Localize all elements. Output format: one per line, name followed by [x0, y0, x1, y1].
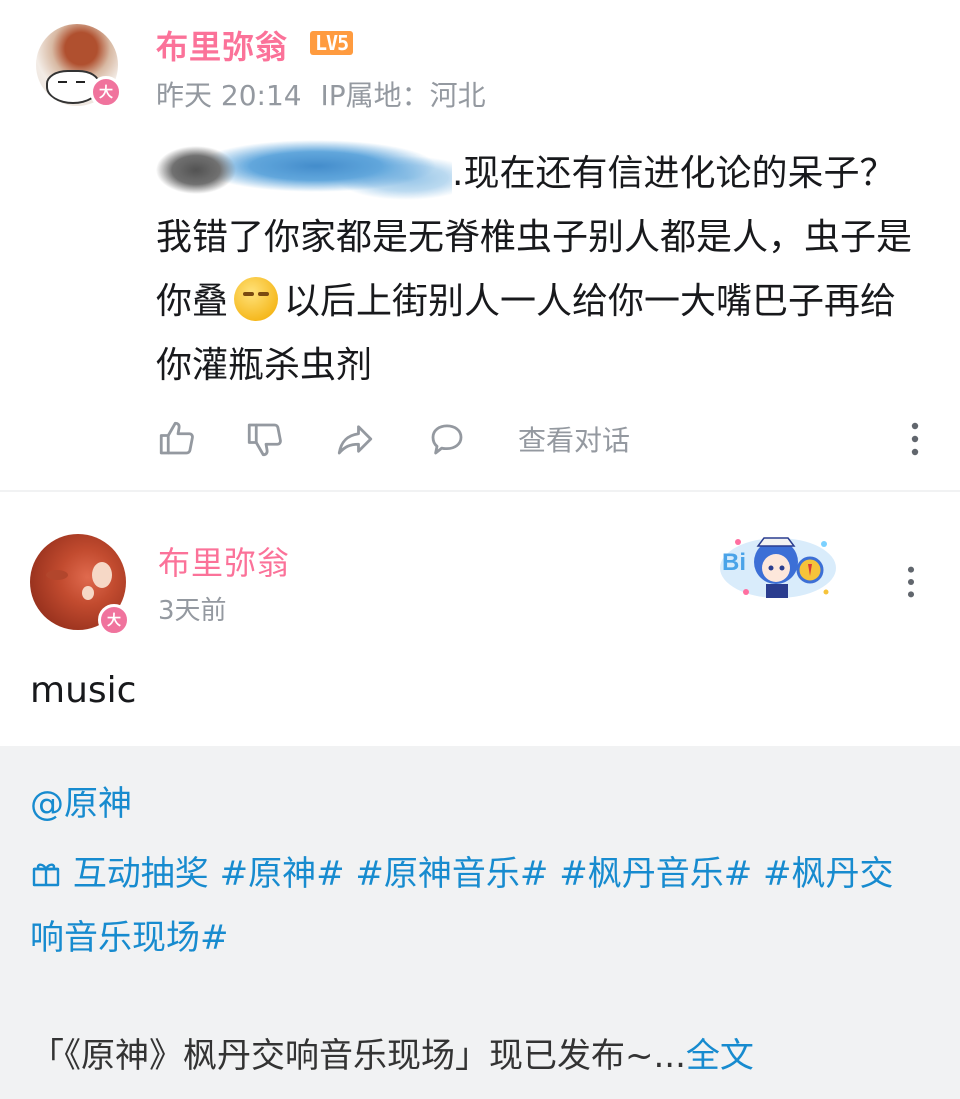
more-options-button[interactable]	[894, 414, 936, 464]
description-text: 「《原神》枫丹交响音乐现场」现已发布~...	[30, 1036, 686, 1076]
share-icon	[337, 425, 373, 455]
dislike-button[interactable]	[244, 414, 286, 464]
comment-time: 昨天 20:14	[156, 79, 302, 112]
like-button[interactable]	[156, 414, 198, 464]
hashtag-link[interactable]: #原神#	[220, 854, 345, 894]
post-text: music	[30, 670, 137, 711]
comment-bubble-icon	[431, 424, 463, 455]
svg-text:Bi: Bi	[722, 549, 746, 576]
forward-description: 「《原神》枫丹交响音乐现场」现已发布~...全文	[30, 1028, 754, 1077]
comment-meta: 昨天 20:14 IP属地：河北	[156, 74, 496, 114]
anime-sticker-icon: Bi	[720, 537, 836, 598]
more-vertical-icon	[907, 566, 915, 598]
more-vertical-icon	[911, 422, 919, 456]
username[interactable]: 布里弥翁	[158, 538, 290, 584]
divider	[0, 490, 960, 492]
more-options-button[interactable]	[896, 562, 926, 602]
reply-button[interactable]	[426, 414, 468, 464]
full-text-link[interactable]: 全文	[686, 1036, 754, 1076]
avatar-badge: 大	[90, 76, 122, 108]
lottery-link[interactable]: 互动抽奖	[73, 854, 209, 894]
emoji-icon	[234, 277, 279, 321]
forwarded-card[interactable]: @原神 互动抽奖 #原神# #原神音乐# #枫丹音乐# #枫丹交响音乐现场# 「…	[0, 746, 960, 1099]
username[interactable]: 布里弥翁	[156, 22, 288, 68]
ip-location: IP属地：河北	[320, 79, 486, 112]
thumbs-down-icon	[247, 423, 282, 457]
comment-text-line1: .现在还有信进化论的呆	[452, 153, 824, 194]
comment-card: 大 布里弥翁 LV5 昨天 20:14 IP属地：河北 .现在还有信进化论的呆子…	[0, 0, 960, 490]
hashtag-line: 互动抽奖 #原神# #原神音乐# #枫丹音乐# #枫丹交响音乐现场#	[30, 842, 910, 970]
comment-text: .现在还有信进化论的呆子？我错了你家都是无脊椎虫子别人都是人，虫子是你叠 以后上街…	[156, 140, 916, 398]
share-button[interactable]	[334, 414, 376, 464]
comment-actions: 查看对话	[156, 414, 926, 464]
view-conversation-link[interactable]: 查看对话	[518, 414, 630, 464]
thumbs-up-icon	[159, 421, 194, 455]
mention-link[interactable]: @原神	[30, 776, 132, 825]
redaction-scribble	[156, 140, 452, 200]
gift-icon	[32, 863, 60, 886]
level-badge: LV5	[310, 31, 354, 55]
hashtag-link[interactable]: #原神音乐#	[355, 854, 548, 894]
post-time: 3天前	[158, 596, 227, 626]
avatar-badge: 大	[98, 604, 130, 636]
hashtag-link[interactable]: #枫丹音乐#	[559, 854, 752, 894]
